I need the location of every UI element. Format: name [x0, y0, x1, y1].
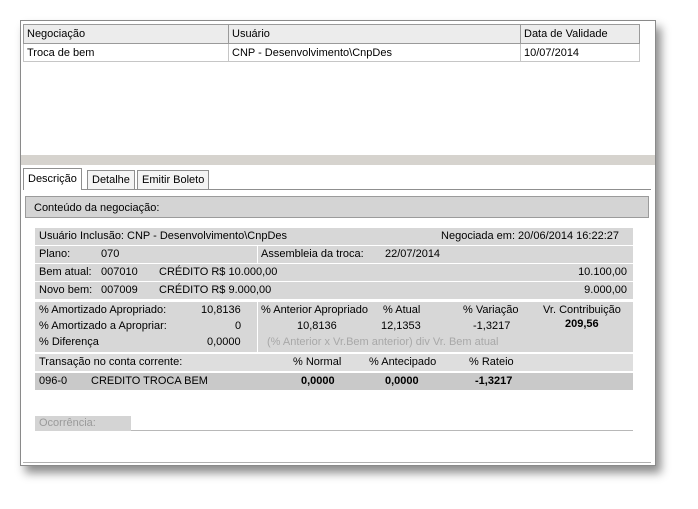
formula-note: (% Anterior x Vr.Bem anterior) div Vr. B… [267, 336, 499, 348]
amortizado-a-apropriar-label: % Amortizado a Apropriar: [39, 320, 167, 332]
vr-contribuicao-label: Vr. Contribuição [543, 304, 621, 316]
tab-detalhe[interactable]: Detalhe [87, 170, 135, 189]
cell-data-validade[interactable]: 10/07/2014 [520, 43, 640, 62]
novo-bem-value: 9.000,00 [584, 284, 627, 296]
table-row[interactable]: Troca de bem CNP - Desenvolvimento\CnpDe… [23, 43, 640, 62]
diferenca-label: % Diferença [39, 336, 99, 348]
negotiation-grid: Negociação Usuário Data de Validade Troc… [23, 24, 640, 62]
novo-bem-credit: CRÉDITO R$ 9.000,00 [159, 284, 272, 296]
cell-usuario[interactable]: CNP - Desenvolvimento\CnpDes [228, 43, 521, 62]
plano-value: 070 [101, 248, 120, 260]
plano-label: Plano: [39, 248, 71, 260]
transacao-rateio-header: % Rateio [469, 356, 514, 368]
transacao-header-row: Transação no conta corrente: % Normal % … [35, 354, 633, 371]
transacao-rateio-value: -1,3217 [475, 375, 513, 387]
transacao-antecipado-header: % Antecipado [369, 356, 437, 368]
transacao-normal-header: % Normal [293, 356, 342, 368]
bem-atual-code: 007010 [101, 266, 138, 278]
tab-emitir-boleto[interactable]: Emitir Boleto [137, 170, 210, 189]
assembleia-value: 22/07/2014 [385, 248, 441, 260]
usuario-inclusao-row: Usuário Inclusão: CNP - Desenvolvimento\… [35, 228, 633, 245]
transacao-row[interactable]: 096-0 CREDITO TROCA BEM 0,0000 0,0000 -1… [35, 373, 633, 390]
cell-negociacao[interactable]: Troca de bem [23, 43, 229, 62]
plano-row: Plano: 070 Assembleia da troca: 22/07/20… [35, 246, 633, 263]
variacao-value: -1,3217 [473, 320, 511, 332]
bottom-divider [23, 462, 651, 463]
tab-descricao[interactable]: Descrição [23, 168, 82, 190]
bem-atual-row: Bem atual: 007010 CRÉDITO R$ 10.000,00 1… [35, 264, 633, 281]
splitter-bar[interactable] [21, 155, 655, 165]
assembleia-label: Assembleia da troca: [261, 248, 364, 260]
column-header-data-validade[interactable]: Data de Validade [520, 24, 640, 44]
percentages-divider [257, 302, 258, 352]
column-header-negociacao[interactable]: Negociação [23, 24, 229, 44]
anterior-apropriado-value: 10,8136 [297, 320, 337, 332]
atual-value: 12,1353 [381, 320, 421, 332]
plano-divider [257, 246, 258, 263]
amortizado-apropriado-value: 10,8136 [201, 304, 241, 316]
vr-contribuicao-value: 209,56 [565, 318, 599, 330]
bem-atual-credit: CRÉDITO R$ 10.000,00 [159, 266, 278, 278]
amortizado-a-apropriar-value: 0 [235, 320, 242, 332]
anterior-apropriado-label: % Anterior Apropriado [261, 304, 369, 316]
ocorrencia-label: Ocorrência: [35, 416, 131, 431]
percentages-block: % Amortizado Apropriado: 10,8136 % Amort… [35, 302, 633, 352]
usuario-inclusao-text: Usuário Inclusão: CNP - Desenvolvimento\… [39, 230, 288, 242]
bem-atual-label: Bem atual: [39, 266, 92, 278]
novo-bem-label: Novo bem: [39, 284, 93, 296]
column-header-usuario[interactable]: Usuário [228, 24, 521, 44]
bem-atual-value: 10.100,00 [578, 266, 627, 278]
transacao-normal-value: 0,0000 [301, 375, 335, 387]
transacao-label: Transação no conta corrente: [39, 356, 183, 368]
tab-panel-descricao: Conteúdo da negociação: Usuário Inclusão… [23, 189, 651, 462]
transacao-antecipado-value: 0,0000 [385, 375, 419, 387]
section-title: Conteúdo da negociação: [25, 196, 649, 218]
diferenca-value: 0,0000 [207, 336, 241, 348]
transacao-code: 096-0 [39, 375, 68, 387]
transacao-description: CREDITO TROCA BEM [91, 375, 208, 387]
atual-label: % Atual [383, 304, 421, 316]
novo-bem-code: 007009 [101, 284, 138, 296]
negotiation-window: Negociação Usuário Data de Validade Troc… [20, 20, 656, 466]
negociada-em-text: Negociada em: 20/06/2014 16:22:27 [441, 230, 619, 242]
grid-header-row: Negociação Usuário Data de Validade [23, 24, 640, 44]
amortizado-apropriado-label: % Amortizado Apropriado: [39, 304, 167, 316]
ocorrencia-divider [131, 430, 633, 431]
variacao-label: % Variação [463, 304, 519, 316]
novo-bem-row: Novo bem: 007009 CRÉDITO R$ 9.000,00 9.0… [35, 282, 633, 299]
